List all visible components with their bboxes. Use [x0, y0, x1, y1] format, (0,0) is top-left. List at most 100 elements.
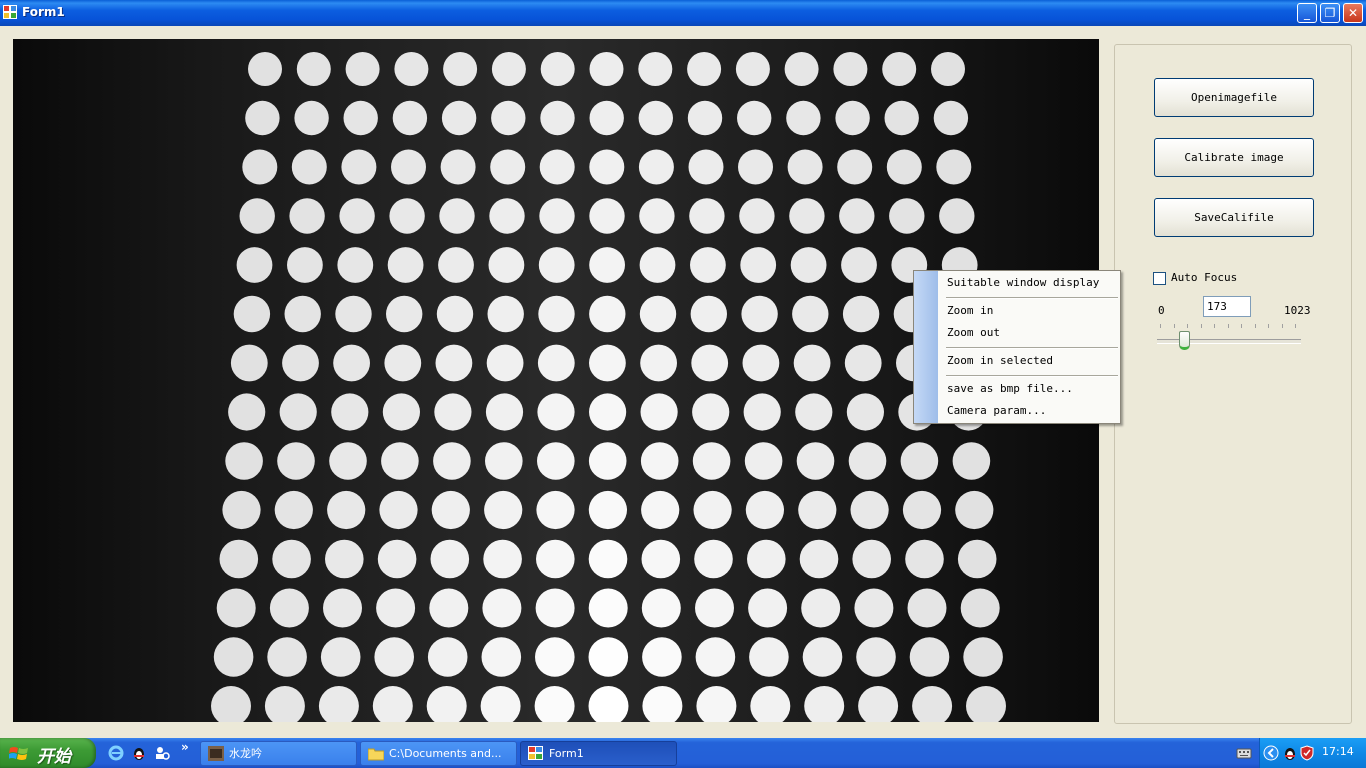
calibration-dot: [739, 198, 775, 234]
calibration-dot: [784, 52, 819, 86]
calibration-dot: [248, 52, 282, 86]
calibration-dot: [856, 637, 896, 677]
start-button[interactable]: 开始: [0, 738, 96, 768]
calibration-dot: [588, 539, 628, 579]
auto-focus-label: Auto Focus: [1171, 271, 1238, 284]
security-shield-icon[interactable]: [1300, 745, 1314, 761]
calibration-dot: [540, 52, 575, 86]
calibration-dot: [793, 344, 831, 382]
calibration-dot: [638, 100, 673, 136]
calibration-dot: [589, 198, 625, 234]
calibration-dot: [588, 490, 628, 530]
restore-button[interactable]: ❐: [1320, 3, 1340, 23]
calibration-dot: [695, 588, 734, 628]
calibration-dot: [485, 442, 523, 480]
calibration-dot: [749, 637, 789, 677]
close-button[interactable]: ✕: [1343, 3, 1363, 23]
slider-max-label: 1023: [1284, 304, 1311, 317]
calibration-dot: [687, 100, 723, 136]
calibration-dot: [284, 295, 321, 333]
calibration-dot: [490, 149, 526, 185]
calibration-dot: [886, 149, 922, 185]
calibration-dot: [488, 247, 525, 283]
focus-value-input[interactable]: 173: [1203, 296, 1251, 317]
calibration-dot: [641, 490, 680, 530]
taskbar-item-form1[interactable]: Form1: [520, 741, 677, 766]
calibration-dot: [642, 637, 682, 677]
focus-slider-thumb[interactable]: [1179, 331, 1190, 350]
calibration-dot: [485, 393, 524, 431]
auto-focus-checkbox[interactable]: [1153, 272, 1166, 285]
calibration-dot: [482, 588, 522, 628]
window-title: Form1: [22, 5, 65, 19]
calibration-dot: [799, 539, 839, 579]
calibration-dot: [325, 539, 364, 579]
save-calibration-button[interactable]: SaveCalifile: [1154, 198, 1314, 237]
taskbar-item-image[interactable]: 水龙吟: [200, 741, 357, 766]
calibration-dot: [272, 539, 311, 579]
calibration-dot: [693, 490, 732, 530]
keyboard-icon[interactable]: [1236, 746, 1252, 760]
calibration-dot: [740, 247, 777, 283]
calibration-dot: [386, 295, 423, 333]
calibration-dot: [933, 100, 969, 136]
calibration-dot: [430, 539, 470, 579]
calibration-dot: [345, 52, 380, 86]
calibration-dot: [441, 100, 477, 136]
calibration-dot: [801, 588, 841, 628]
calibration-dot: [842, 295, 880, 333]
calibration-dot: [846, 393, 885, 431]
calibration-dot: [236, 247, 273, 283]
calibration-dot: [902, 490, 942, 530]
menu-item-camera-param[interactable]: Camera param...: [947, 404, 1046, 417]
calibration-dot: [744, 442, 783, 480]
collapse-tray-icon[interactable]: [1263, 745, 1279, 761]
slider-tick: [1268, 324, 1269, 328]
minimize-button[interactable]: _: [1297, 3, 1317, 23]
slider-min-label: 0: [1158, 304, 1165, 317]
app-icon[interactable]: [3, 5, 17, 19]
user-search-icon[interactable]: [154, 745, 170, 761]
calibrate-image-button[interactable]: Calibrate image: [1154, 138, 1314, 177]
calibration-dot: [850, 490, 889, 530]
calibration-dot: [641, 539, 681, 579]
calibration-dot: [741, 295, 778, 333]
calibration-dot: [882, 52, 917, 86]
qq-penguin-icon[interactable]: [131, 745, 147, 761]
calibration-dot: [335, 295, 372, 333]
quick-launch-overflow-icon[interactable]: »: [181, 740, 189, 754]
taskbar-item-explorer[interactable]: C:\Documents and...: [360, 741, 517, 766]
slider-tick: [1227, 324, 1229, 328]
menu-item-zoom-in[interactable]: Zoom in: [947, 304, 993, 317]
menu-item-zoom-in-selected[interactable]: Zoom in selected: [947, 354, 1053, 367]
calibration-dot: [692, 393, 730, 431]
open-image-button[interactable]: Openimagefile: [1154, 78, 1314, 117]
calibration-dot: [329, 442, 367, 480]
calibration-dot: [481, 637, 522, 677]
calibration-dot: [382, 393, 420, 431]
calibration-dot: [389, 198, 425, 234]
calibration-dot: [287, 247, 323, 283]
calibration-dot: [589, 344, 626, 382]
calibration-dot: [535, 588, 575, 628]
calibration-dot: [690, 295, 727, 333]
app-icon: [528, 746, 543, 760]
calibration-dot: [848, 442, 887, 480]
menu-item-save-as-bmp[interactable]: save as bmp file...: [947, 382, 1073, 395]
menu-separator: [946, 375, 1118, 377]
ie-icon[interactable]: [108, 745, 124, 761]
calibration-dot: [539, 198, 575, 234]
calibration-dot: [589, 52, 624, 86]
calibration-dot: [222, 490, 261, 530]
calibration-dot: [537, 393, 575, 431]
calibration-dot: [909, 637, 950, 677]
start-label: 开始: [37, 747, 71, 767]
calibration-dot: [638, 52, 673, 86]
calibration-dot: [239, 198, 275, 234]
qq-tray-icon[interactable]: [1282, 745, 1298, 761]
calibration-dot: [786, 100, 821, 136]
calibration-dot: [343, 100, 378, 136]
menu-item-suitable-window-display[interactable]: Suitable window display: [947, 276, 1099, 289]
calibration-dot: [327, 490, 366, 530]
menu-item-zoom-out[interactable]: Zoom out: [947, 326, 1000, 339]
